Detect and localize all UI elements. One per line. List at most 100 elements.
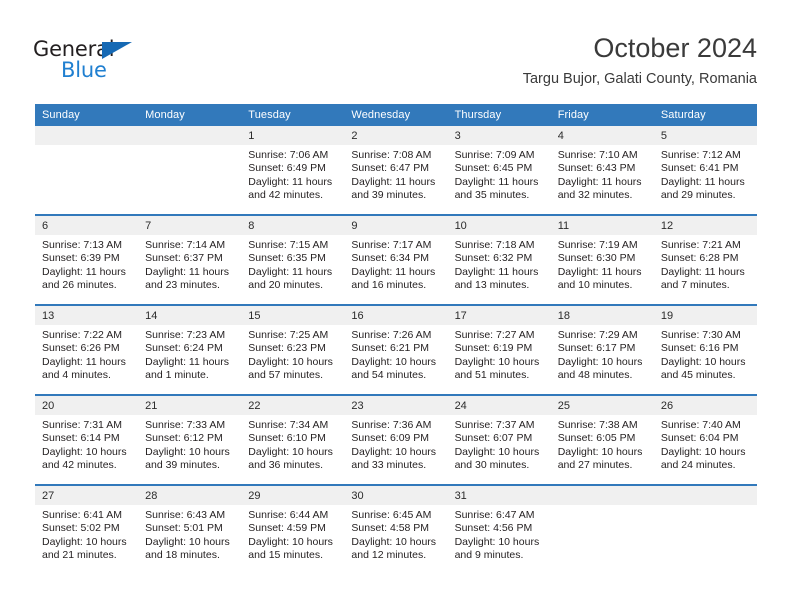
day-number: 15 <box>241 306 345 325</box>
day-cell[interactable]: 12 Sunrise: 7:21 AM Sunset: 6:28 PM Dayligh… <box>653 216 757 304</box>
day-daylight2-text: and 24 minutes. <box>660 459 736 472</box>
day-sunset-text: Sunset: 6:19 PM <box>454 342 533 355</box>
day-cell[interactable]: 5 Sunrise: 7:12 AM Sunset: 6:41 PM Daylight… <box>653 126 757 214</box>
day-daylight2-text: and 26 minutes. <box>42 279 117 292</box>
day-cell[interactable]: 24 Sunrise: 7:37 AM Sunset: 6:07 PM Dayligh… <box>447 396 551 484</box>
day-daylight2-text: and 36 minutes. <box>248 459 323 472</box>
day-daylight1-text: Daylight: 10 hours <box>454 445 540 458</box>
day-daylight1-text: Daylight: 11 hours <box>454 175 539 188</box>
day-sunrise-text: Sunrise: 6:44 AM <box>248 509 329 521</box>
calendar-cell <box>138 126 242 216</box>
calendar-cell: 24 Sunrise: 7:37 AM Sunset: 6:07 PM Dayligh… <box>447 395 551 486</box>
day-cell[interactable]: 7 Sunrise: 7:14 AM Sunset: 6:37 PM Daylight… <box>138 216 242 304</box>
day-daylight2-text: and 48 minutes. <box>557 369 633 382</box>
day-cell-empty <box>35 126 139 214</box>
day-cell[interactable]: 14 Sunrise: 7:23 AM Sunset: 6:24 PM Dayligh… <box>138 306 242 394</box>
day-cell[interactable]: 26 Sunrise: 7:40 AM Sunset: 6:04 PM Dayligh… <box>653 396 757 484</box>
day-cell[interactable]: 16 Sunrise: 7:26 AM Sunset: 6:21 PM Dayligh… <box>344 306 448 394</box>
day-details: Sunrise: 7:09 AM Sunset: 6:45 PM Daylight:… <box>448 145 551 203</box>
calendar-cell: 2 Sunrise: 7:08 AM Sunset: 6:47 PM Daylight… <box>344 126 448 216</box>
day-daylight2-text: and 39 minutes. <box>145 459 220 472</box>
day-daylight1-text: Daylight: 10 hours <box>660 445 746 458</box>
calendar-cell: 22 Sunrise: 7:34 AM Sunset: 6:10 PM Dayligh… <box>241 395 345 486</box>
day-cell[interactable]: 23 Sunrise: 7:36 AM Sunset: 6:09 PM Dayligh… <box>344 396 448 484</box>
day-sunrise-text: Sunrise: 7:13 AM <box>42 239 122 251</box>
day-sunrise-text: Sunrise: 7:36 AM <box>351 419 432 431</box>
day-sunrise-text: Sunrise: 7:34 AM <box>248 419 329 431</box>
day-cell[interactable]: 19 Sunrise: 7:30 AM Sunset: 6:16 PM Dayligh… <box>653 306 757 394</box>
calendar-cell: 9 Sunrise: 7:17 AM Sunset: 6:34 PM Daylight… <box>344 215 448 306</box>
day-daylight1-text: Daylight: 10 hours <box>454 355 540 368</box>
day-details: Sunrise: 7:36 AM Sunset: 6:09 PM Daylight:… <box>344 415 447 473</box>
day-cell[interactable]: 25 Sunrise: 7:38 AM Sunset: 6:05 PM Dayligh… <box>550 396 654 484</box>
day-cell[interactable]: 9 Sunrise: 7:17 AM Sunset: 6:34 PM Daylight… <box>344 216 448 304</box>
day-daylight1-text: Daylight: 11 hours <box>351 265 436 278</box>
general-blue-logo[interactable]: General Blue <box>33 38 163 84</box>
day-cell[interactable]: 4 Sunrise: 7:10 AM Sunset: 6:43 PM Daylight… <box>550 126 654 214</box>
day-number: 6 <box>35 216 139 235</box>
day-number: 29 <box>241 486 345 505</box>
day-cell[interactable]: 15 Sunrise: 7:25 AM Sunset: 6:23 PM Dayligh… <box>241 306 345 394</box>
day-sunrise-text: Sunrise: 7:40 AM <box>660 419 741 431</box>
day-details: Sunrise: 7:06 AM Sunset: 6:49 PM Daylight:… <box>241 145 344 203</box>
day-daylight1-text: Daylight: 11 hours <box>248 175 333 188</box>
day-number: 25 <box>550 396 654 415</box>
day-cell[interactable]: 13 Sunrise: 7:22 AM Sunset: 6:26 PM Dayligh… <box>35 306 139 394</box>
calendar-cell: 3 Sunrise: 7:09 AM Sunset: 6:45 PM Daylight… <box>447 126 551 216</box>
calendar-cell: 8 Sunrise: 7:15 AM Sunset: 6:35 PM Daylight… <box>241 215 345 306</box>
day-number: 12 <box>653 216 757 235</box>
day-cell[interactable]: 3 Sunrise: 7:09 AM Sunset: 6:45 PM Daylight… <box>447 126 551 214</box>
day-cell[interactable]: 29 Sunrise: 6:44 AM Sunset: 4:59 PM Dayligh… <box>241 486 345 574</box>
calendar-cell: 17 Sunrise: 7:27 AM Sunset: 6:19 PM Dayligh… <box>447 305 551 396</box>
page-header: General Blue October 2024 Targu Bujor, G… <box>0 0 792 104</box>
day-cell[interactable]: 1 Sunrise: 7:06 AM Sunset: 6:49 PM Daylight… <box>241 126 345 214</box>
day-details: Sunrise: 6:41 AM Sunset: 5:02 PM Daylight:… <box>35 505 138 563</box>
day-sunrise-text: Sunrise: 7:12 AM <box>660 149 741 161</box>
day-cell[interactable]: 6 Sunrise: 7:13 AM Sunset: 6:39 PM Daylight… <box>35 216 139 304</box>
day-cell[interactable]: 10 Sunrise: 7:18 AM Sunset: 6:32 PM Dayligh… <box>447 216 551 304</box>
day-number: 30 <box>344 486 448 505</box>
day-cell[interactable]: 2 Sunrise: 7:08 AM Sunset: 6:47 PM Daylight… <box>344 126 448 214</box>
calendar-cell: 1 Sunrise: 7:06 AM Sunset: 6:49 PM Daylight… <box>241 126 345 216</box>
day-sunset-text: Sunset: 6:30 PM <box>557 252 636 265</box>
day-daylight1-text: Daylight: 11 hours <box>660 175 745 188</box>
day-cell[interactable]: 28 Sunrise: 6:43 AM Sunset: 5:01 PM Dayligh… <box>138 486 242 574</box>
day-cell[interactable]: 8 Sunrise: 7:15 AM Sunset: 6:35 PM Daylight… <box>241 216 345 304</box>
day-cell[interactable]: 22 Sunrise: 7:34 AM Sunset: 6:10 PM Dayligh… <box>241 396 345 484</box>
weekday-header-friday: Friday <box>550 104 654 126</box>
day-number: 23 <box>344 396 448 415</box>
day-cell[interactable]: 27 Sunrise: 6:41 AM Sunset: 5:02 PM Dayligh… <box>35 486 139 574</box>
day-daylight2-text: and 16 minutes. <box>351 279 427 292</box>
triangle-icon <box>102 42 132 59</box>
day-sunrise-text: Sunrise: 7:26 AM <box>351 329 432 341</box>
day-number: 8 <box>241 216 345 235</box>
day-details: Sunrise: 7:13 AM Sunset: 6:39 PM Daylight:… <box>35 235 138 293</box>
day-daylight2-text: and 51 minutes. <box>454 369 530 382</box>
day-cell[interactable]: 30 Sunrise: 6:45 AM Sunset: 4:58 PM Dayligh… <box>344 486 448 574</box>
day-daylight1-text: Daylight: 11 hours <box>145 265 229 278</box>
day-daylight1-text: Daylight: 11 hours <box>145 355 229 368</box>
title-block: October 2024 Targu Bujor, Galati County,… <box>523 32 757 88</box>
day-cell[interactable]: 20 Sunrise: 7:31 AM Sunset: 6:14 PM Dayligh… <box>35 396 139 484</box>
calendar-cell: 27 Sunrise: 6:41 AM Sunset: 5:02 PM Dayligh… <box>35 485 139 574</box>
calendar-cell: 14 Sunrise: 7:23 AM Sunset: 6:24 PM Dayligh… <box>138 305 242 396</box>
day-number <box>35 126 139 145</box>
day-cell[interactable]: 11 Sunrise: 7:19 AM Sunset: 6:30 PM Dayligh… <box>550 216 654 304</box>
day-cell[interactable]: 17 Sunrise: 7:27 AM Sunset: 6:19 PM Dayligh… <box>447 306 551 394</box>
day-cell[interactable]: 21 Sunrise: 7:33 AM Sunset: 6:12 PM Dayligh… <box>138 396 242 484</box>
day-daylight1-text: Daylight: 11 hours <box>351 175 436 188</box>
day-number <box>550 486 654 505</box>
day-cell[interactable]: 31 Sunrise: 6:47 AM Sunset: 4:56 PM Dayligh… <box>447 486 551 574</box>
calendar-cell: 15 Sunrise: 7:25 AM Sunset: 6:23 PM Dayligh… <box>241 305 345 396</box>
calendar-week-row: 27 Sunrise: 6:41 AM Sunset: 5:02 PM Dayligh… <box>35 485 757 574</box>
day-sunrise-text: Sunrise: 7:17 AM <box>351 239 432 251</box>
day-details: Sunrise: 7:15 AM Sunset: 6:35 PM Daylight:… <box>241 235 344 293</box>
day-daylight1-text: Daylight: 10 hours <box>42 535 127 548</box>
day-details: Sunrise: 7:12 AM Sunset: 6:41 PM Daylight:… <box>654 145 757 203</box>
day-number: 5 <box>653 126 757 145</box>
day-cell[interactable]: 18 Sunrise: 7:29 AM Sunset: 6:17 PM Dayligh… <box>550 306 654 394</box>
day-sunrise-text: Sunrise: 6:41 AM <box>42 509 122 521</box>
day-daylight2-text: and 30 minutes. <box>454 459 530 472</box>
day-sunset-text: Sunset: 6:16 PM <box>660 342 739 355</box>
day-sunrise-text: Sunrise: 7:21 AM <box>660 239 741 251</box>
